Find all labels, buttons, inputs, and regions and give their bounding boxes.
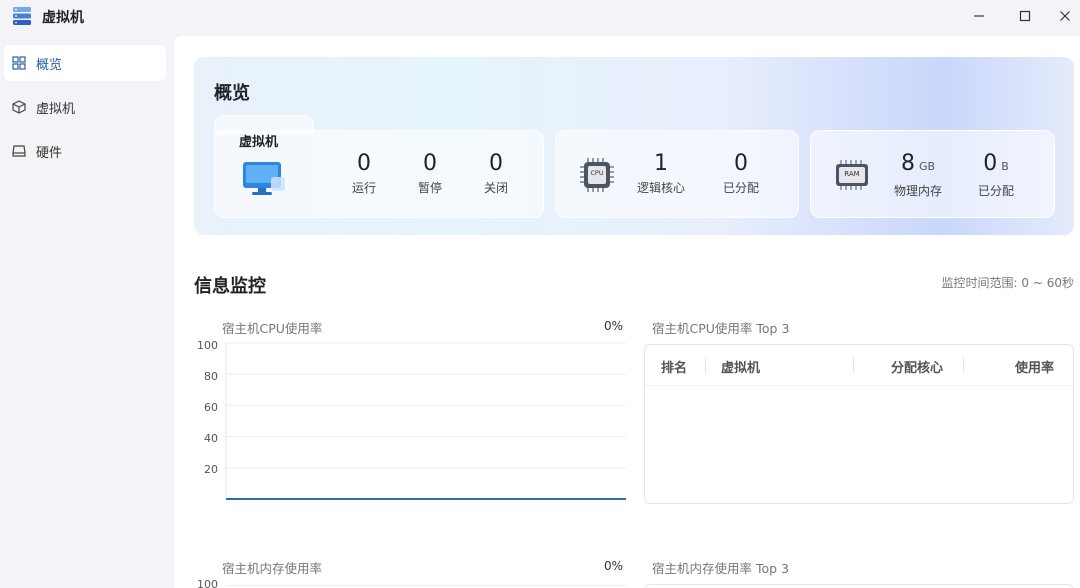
cpu-allocated-stat: 0 已分配	[711, 151, 771, 196]
vm-paused-count: 0	[423, 151, 437, 176]
col-vm-header[interactable]: 虚拟机	[721, 357, 760, 376]
mem-y-tick: 100	[197, 578, 218, 588]
grid-icon	[12, 56, 26, 70]
minimize-icon	[974, 15, 984, 17]
cpu-chart-title: 宿主机CPU使用率	[222, 321, 323, 336]
ram-physical-unit: GB	[918, 160, 936, 173]
cpu-y-tick: 100	[197, 339, 218, 352]
app-logo-icon	[11, 5, 33, 27]
cpu-y-tick: 60	[204, 401, 218, 414]
vm-running-stat: 0 运行	[334, 151, 394, 196]
vm-paused-label: 暂停	[417, 181, 442, 195]
cpu-logical-cores-value: 1	[654, 151, 668, 176]
cube-icon	[12, 100, 26, 114]
cpu-chip-label: CPU	[590, 169, 604, 177]
sidebar-item-vm[interactable]: 虚拟机	[4, 89, 166, 125]
vm-stopped-count: 0	[489, 151, 503, 176]
cpu-logical-cores-stat: 1 逻辑核心	[631, 151, 691, 196]
ram-allocated-unit: B	[1001, 160, 1009, 173]
cpu-allocated-label: 已分配	[722, 181, 759, 195]
cpu-chip-icon: CPU	[578, 156, 616, 198]
vm-stopped-stat: 0 关闭	[466, 151, 526, 196]
cpu-y-tick: 20	[204, 463, 218, 476]
ram-physical-value: 8	[900, 151, 915, 176]
vm-card-label: 虚拟机	[239, 135, 279, 150]
monitor-section-title: 信息监控	[194, 276, 266, 297]
vm-running-count: 0	[357, 151, 371, 176]
ram-chip-label: RAM	[844, 170, 860, 178]
overview-title: 概览	[214, 83, 250, 104]
cpu-chart-current: 0%	[604, 319, 624, 333]
monitor-range-text: 监控时间范围: 0 ~ 60秒	[941, 276, 1074, 290]
col-usage-header[interactable]: 使用率	[1015, 357, 1054, 376]
col-rank-header[interactable]: 排名	[661, 357, 687, 376]
ram-allocated-label: 已分配	[977, 184, 1014, 198]
sidebar-item-label: 硬件	[36, 145, 63, 161]
sidebar-item-label: 概览	[36, 57, 63, 73]
vm-summary-card: 虚拟机 0 运行 0 暂停 0 关闭	[214, 115, 544, 218]
ram-physical-label: 物理内存	[893, 184, 942, 198]
sidebar-item-overview[interactable]: 概览	[4, 45, 166, 81]
ram-allocated-stat: 0B 已分配	[966, 151, 1026, 199]
overview-panel: 概览 虚拟机 0 运行 0 暂停 0 关闭 CPU 1 逻辑核心 0 已分配 R…	[194, 57, 1074, 235]
cpu-logical-cores-label: 逻辑核心	[636, 181, 685, 195]
cpu-allocated-value: 0	[734, 151, 748, 176]
cpu-usage-chart	[225, 342, 626, 500]
monitor-icon	[241, 159, 287, 203]
sidebar-item-label: 虚拟机	[36, 101, 76, 117]
cpu-y-tick: 80	[204, 370, 218, 383]
drive-icon	[12, 144, 26, 158]
mem-grid-line	[226, 585, 626, 586]
mem-chart-title: 宿主机内存使用率	[222, 561, 323, 576]
cpu-top-title: 宿主机CPU使用率 Top 3	[652, 321, 790, 336]
cpu-y-tick: 40	[204, 432, 218, 445]
title-bar: 虚拟机	[0, 0, 1080, 36]
minimize-button[interactable]	[964, 4, 994, 28]
ram-summary-card: RAM 8 GB 物理内存 0B 已分配	[810, 130, 1055, 218]
close-icon	[1060, 11, 1070, 21]
mem-top-table	[644, 584, 1074, 588]
col-cores-header[interactable]: 分配核心	[891, 357, 943, 376]
mem-chart-current: 0%	[604, 559, 624, 573]
main-content: 概览 虚拟机 0 运行 0 暂停 0 关闭 CPU 1 逻辑核心 0 已分配 R…	[174, 36, 1080, 588]
sidebar: 概览 虚拟机 硬件	[0, 36, 174, 588]
cpu-top-table: 排名 虚拟机 分配核心 使用率	[644, 344, 1074, 504]
cpu-summary-card: CPU 1 逻辑核心 0 已分配	[555, 130, 799, 218]
vm-paused-stat: 0 暂停	[400, 151, 460, 196]
app-title: 虚拟机	[42, 10, 84, 26]
ram-allocated-value: 0	[983, 151, 998, 176]
vm-running-label: 运行	[351, 181, 376, 195]
ram-physical-stat: 8 GB 物理内存	[883, 151, 953, 199]
maximize-button[interactable]	[1010, 4, 1040, 28]
vm-stopped-label: 关闭	[483, 181, 508, 195]
ram-chip-icon: RAM	[835, 159, 869, 195]
maximize-icon	[1019, 10, 1031, 22]
mem-top-title: 宿主机内存使用率 Top 3	[652, 561, 789, 576]
close-button[interactable]	[1050, 4, 1080, 28]
sidebar-item-hardware[interactable]: 硬件	[4, 133, 166, 169]
